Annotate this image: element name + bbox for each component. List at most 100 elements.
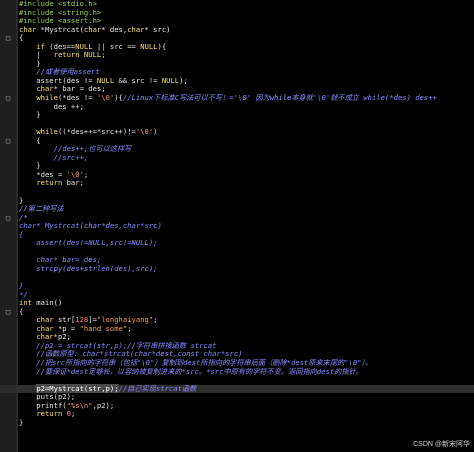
token-tx: ; — [153, 315, 158, 325]
token-kw: return — [53, 50, 80, 60]
token-tx: ; — [83, 169, 89, 179]
token-type: char — [83, 24, 102, 34]
token-cm: //自己实现strcat函数 — [118, 383, 197, 393]
code-line[interactable] — [0, 274, 474, 283]
code-text: return bar; — [19, 179, 84, 188]
code-line[interactable]: } — [0, 110, 474, 120]
fold-toggle-icon[interactable]: □ — [4, 308, 12, 317]
code-line[interactable]: //第二种写法 — [0, 204, 474, 214]
code-line[interactable]: //要保证*dest足够长，以容纳被复制进来的*src。*src中原有的字符不变… — [0, 366, 474, 377]
token-kw: NULL — [83, 50, 102, 60]
fold-toggle-icon[interactable]: □ — [4, 137, 12, 146]
code-line[interactable]: strcpy(des+strlen(des),src); — [0, 263, 474, 274]
code-line[interactable]: } — [0, 196, 474, 206]
code-text: } — [19, 418, 23, 428]
code-line[interactable]: return 0; — [0, 409, 474, 419]
code-line[interactable]: | return NULL; — [0, 51, 474, 60]
code-line[interactable]: char* Mystrcat(char*des,char*src) — [0, 221, 474, 231]
code-line[interactable]: } — [0, 281, 474, 291]
code-line[interactable]: assert(des!=NULL,src!=NULL); — [0, 239, 474, 248]
token-tx: bar; — [62, 178, 84, 188]
token-tx: ){ — [157, 41, 167, 51]
fold-toggle-icon[interactable]: □ — [4, 214, 12, 223]
code-line[interactable]: //src++; — [0, 153, 474, 163]
token-tx: ); — [179, 75, 188, 85]
token-str: '\0' — [96, 93, 115, 103]
token-kw: return — [36, 409, 63, 419]
token-tx: main() — [31, 298, 63, 308]
fold-toggle-icon[interactable]: □ — [4, 34, 12, 43]
code-line[interactable]: while((*des++=*src++)!='\0') — [0, 127, 474, 137]
code-line[interactable] — [0, 188, 474, 197]
token-tx: *Mystrcat( — [36, 24, 84, 34]
code-line[interactable] — [0, 427, 474, 436]
fold-toggle-icon[interactable]: □ — [4, 94, 12, 103]
token-cm: strcpy(des+strlen(des),src); — [19, 263, 158, 273]
code-lines[interactable]: #include <stdio.h> #include <string.h> #in… — [0, 0, 474, 444]
code-line[interactable]: char *p = "hand some"; — [0, 323, 474, 334]
code-text: char *Mystrcat(char* des,char* src) — [19, 24, 170, 35]
token-tx: * des, — [101, 24, 128, 34]
code-line[interactable]: int main() — [0, 298, 474, 308]
code-line[interactable]: des ++; — [0, 102, 474, 112]
token-tx: ; — [70, 409, 76, 419]
token-tx: ,p2); — [92, 400, 115, 410]
token-str: '\0' — [135, 127, 154, 137]
token-type: char — [127, 24, 145, 34]
code-line[interactable]: return bar; — [0, 179, 474, 188]
token-cm: //要保证*dest足够长，以容纳被复制进来的*src。*src中原有的字符不变… — [19, 366, 363, 376]
token-tx: && src != — [114, 75, 162, 85]
token-tx — [19, 178, 36, 187]
code-editor[interactable]: #include <stdio.h> #include <string.h> #in… — [0, 0, 474, 452]
code-line[interactable] — [0, 436, 474, 445]
token-kw: NULL — [161, 75, 180, 85]
code-text: int main() — [19, 298, 63, 308]
code-line[interactable]: */ — [0, 290, 474, 300]
code-line[interactable]: char *Mystrcat(char* des,char* src) — [0, 24, 474, 35]
token-str: "hand some" — [79, 323, 128, 333]
code-text: assert(des!=NULL,src!=NULL); — [19, 239, 157, 248]
token-tx: ; — [127, 323, 132, 333]
token-kw: return — [36, 178, 63, 188]
code-line[interactable]: } — [0, 418, 474, 428]
token-kw: NULL — [140, 41, 158, 51]
code-text: strcpy(des+strlen(des),src); — [19, 263, 158, 274]
